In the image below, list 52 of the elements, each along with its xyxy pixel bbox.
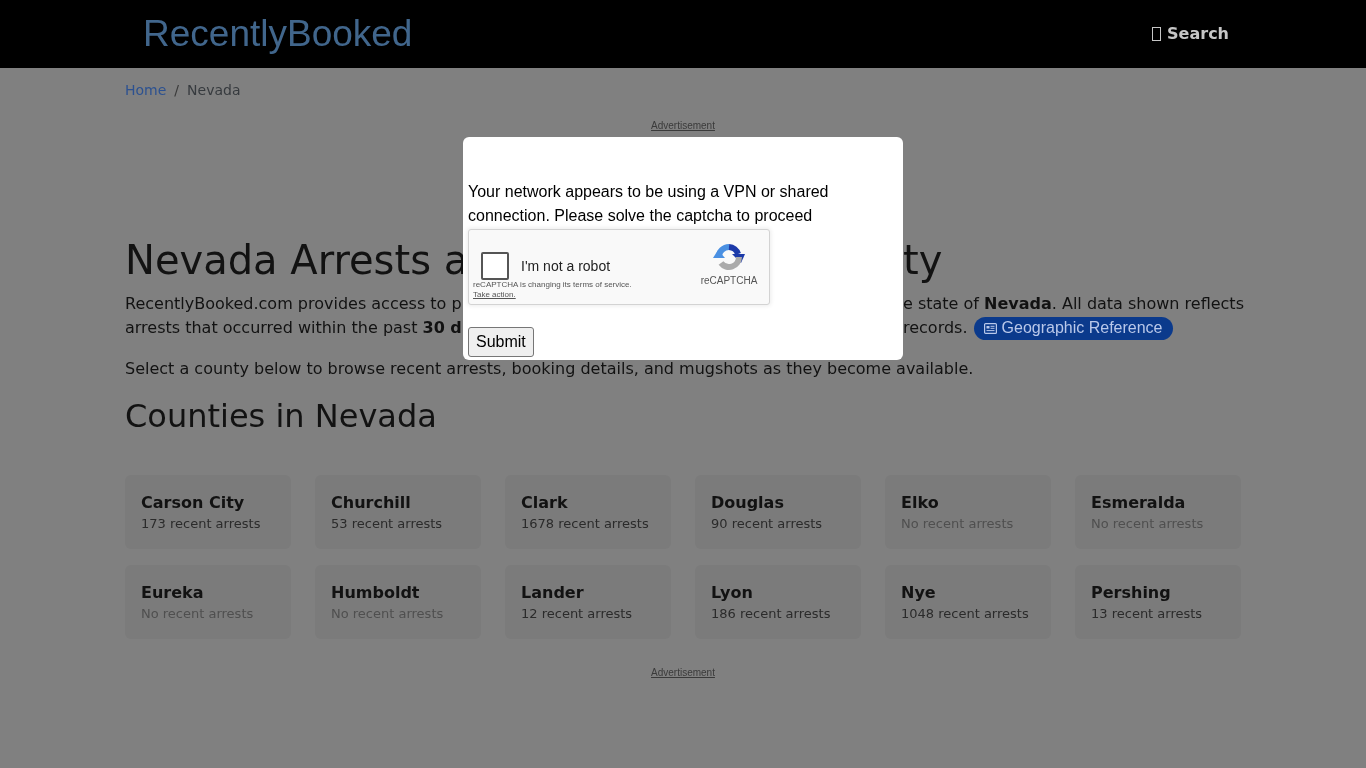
county-card[interactable]: Carson City 173 recent arrests bbox=[125, 475, 291, 549]
county-name: Pershing bbox=[1091, 582, 1171, 604]
site-logo[interactable]: RecentlyBooked bbox=[143, 13, 413, 55]
arrest-count: 53 recent arrests bbox=[331, 515, 443, 533]
county-card[interactable]: Douglas 90 recent arrests bbox=[695, 475, 861, 549]
county-card[interactable]: Churchill 53 recent arrests bbox=[315, 475, 481, 549]
county-name: Humboldt bbox=[331, 582, 420, 604]
search-link[interactable]: Search bbox=[1140, 22, 1241, 46]
intro-paragraph: arrests that occurred within the past 30 d bbox=[125, 318, 462, 337]
breadcrumb-current: Nevada bbox=[187, 81, 241, 100]
county-name: Clark bbox=[521, 492, 568, 514]
arrest-count: 1048 recent arrests bbox=[901, 605, 1029, 623]
county-name: Nye bbox=[901, 582, 936, 604]
intro-paragraph: RecentlyBooked.com provides access to p bbox=[125, 294, 462, 313]
county-card[interactable]: Nye 1048 recent arrests bbox=[885, 565, 1051, 639]
captcha-checkbox[interactable] bbox=[481, 252, 509, 280]
intro-paragraph: records. bbox=[903, 317, 968, 339]
intro-paragraph: Select a county below to browse recent arrests, booking details, and mugshots as they become available. bbox=[125, 361, 975, 377]
county-name: Lyon bbox=[711, 582, 753, 604]
arrest-count: 173 recent arrests bbox=[141, 515, 261, 533]
recaptcha-brand: reCAPTCHA bbox=[700, 276, 758, 286]
county-card[interactable]: Pershing 13 recent arrests bbox=[1075, 565, 1241, 639]
recaptcha-logo-icon bbox=[713, 241, 745, 273]
county-name: Esmeralda bbox=[1091, 492, 1186, 514]
geographic-reference-badge[interactable]: Geographic Reference bbox=[973, 316, 1173, 340]
arrest-count: 186 recent arrests bbox=[711, 605, 831, 623]
intro-paragraph: e state of Nevada. All data shown reflects bbox=[903, 293, 1244, 315]
advertisement-label[interactable]: Advertisement bbox=[651, 120, 715, 132]
arrest-count: 1678 recent arrests bbox=[521, 515, 649, 533]
county-name: Lander bbox=[521, 582, 584, 604]
arrest-count: 90 recent arrests bbox=[711, 515, 823, 533]
captcha-label: I'm not a robot bbox=[521, 257, 611, 275]
county-name: Carson City bbox=[141, 492, 245, 514]
county-name: Churchill bbox=[331, 492, 411, 514]
arrest-count: 13 recent arrests bbox=[1091, 605, 1203, 623]
captcha-message: Your network appears to be using a VPN or shared connection. Please solve the captcha to proceed bbox=[468, 182, 830, 226]
county-card[interactable]: Lander 12 recent arrests bbox=[505, 565, 671, 639]
section-heading: Counties in Nevada bbox=[125, 397, 438, 435]
county-card[interactable]: Lyon 186 recent arrests bbox=[695, 565, 861, 639]
county-name: Douglas bbox=[711, 492, 784, 514]
recaptcha-notice: reCAPTCHA is changing its terms of service. bbox=[472, 280, 632, 290]
newspaper-icon bbox=[983, 322, 997, 334]
page-heading: ty bbox=[903, 236, 943, 284]
take-action-link[interactable]: Take action. bbox=[473, 290, 516, 300]
county-name: Eureka bbox=[141, 582, 204, 604]
missing-glyph-icon bbox=[1152, 27, 1162, 41]
submit-button[interactable]: Submit bbox=[468, 327, 534, 357]
breadcrumb-separator: / bbox=[173, 81, 181, 100]
county-card[interactable]: Clark 1678 recent arrests bbox=[505, 475, 671, 549]
advertisement-label[interactable]: Advertisement bbox=[651, 667, 715, 679]
arrest-count: 12 recent arrests bbox=[521, 605, 633, 623]
county-name: Elko bbox=[901, 492, 939, 514]
